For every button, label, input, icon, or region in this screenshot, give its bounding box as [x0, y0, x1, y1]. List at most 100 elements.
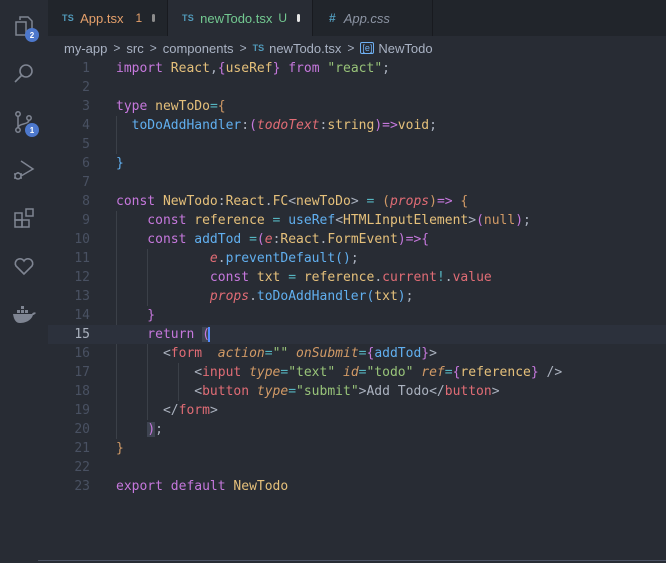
code-line[interactable]: 17 <input type="text" id="todo" ref={ref…: [48, 363, 666, 382]
code-token: <: [116, 384, 203, 399]
line-number: 1: [82, 61, 90, 76]
code-text: type newToDo={: [116, 97, 226, 116]
line-number: 16: [74, 346, 90, 361]
source-control-button[interactable]: 1: [0, 98, 48, 146]
breadcrumb: my-app > src > components > TS newTodo.t…: [64, 38, 433, 58]
line-number: 11: [74, 251, 90, 266]
code-line[interactable]: 5: [48, 135, 666, 154]
activity-bar: 2 1: [0, 0, 48, 563]
code-token: =: [241, 232, 257, 247]
tab-app-css[interactable]: # App.css: [313, 0, 433, 36]
breadcrumb-symbol[interactable]: NewTodo: [378, 41, 432, 56]
code-token: onSubmit: [296, 346, 359, 361]
code-line[interactable]: 11 e.preventDefault();: [48, 249, 666, 268]
code-line[interactable]: 13 props.toDoAddHandler(txt);: [48, 287, 666, 306]
code-token: "react": [327, 61, 383, 76]
code-line[interactable]: 2: [48, 78, 666, 97]
code-token: =: [264, 346, 273, 361]
line-number: 12: [74, 270, 90, 285]
tab-newtodo-tsx[interactable]: TS newTodo.tsx U: [168, 0, 313, 36]
typescript-icon: TS: [252, 43, 265, 53]
code-line[interactable]: 8 const NewTodo:React.FC<newToDo> = (prop…: [48, 192, 666, 211]
code-text: </form>: [116, 401, 218, 420]
code-token: form: [178, 403, 210, 418]
code-line[interactable]: 4 toDoAddHandler:(todoText:string)=>void…: [48, 116, 666, 135]
code-line[interactable]: 20 );: [48, 420, 666, 439]
matched-bracket: ): [147, 422, 156, 437]
code-token: newToDo: [296, 194, 351, 209]
line-number: 17: [74, 365, 90, 380]
code-token: >: [209, 403, 218, 418]
breadcrumb-item[interactable]: my-app: [64, 41, 107, 56]
code-token: ): [515, 213, 524, 228]
run-debug-button[interactable]: [0, 146, 48, 194]
tab-label: App.tsx: [80, 10, 124, 26]
breadcrumb-item[interactable]: src: [126, 41, 143, 56]
code-token: React: [225, 194, 265, 209]
typescript-icon: TS: [182, 13, 195, 23]
code-line[interactable]: 10 const addTod =(e:React.FormEvent)=>{: [48, 230, 666, 249]
code-token: import: [116, 61, 163, 76]
code-line[interactable]: 14 }: [48, 306, 666, 325]
code-token: }: [421, 346, 430, 361]
horizontal-scrollbar[interactable]: [38, 560, 666, 561]
docker-button[interactable]: [0, 290, 48, 338]
code-token: "todo": [366, 365, 414, 380]
code-line[interactable]: 23 export default NewTodo: [48, 477, 666, 496]
code-text: <form action="" onSubmit={addTod}>: [116, 344, 437, 363]
explorer-button[interactable]: 2: [0, 2, 48, 50]
code-token: reference: [186, 213, 265, 228]
code-token: e: [264, 232, 273, 247]
code-line[interactable]: 19 </form>: [48, 401, 666, 420]
code-token: void: [397, 118, 430, 133]
code-line[interactable]: 7: [48, 173, 666, 192]
tab-app-tsx[interactable]: TS App.tsx 1: [48, 0, 168, 36]
line-number: 10: [74, 232, 90, 247]
code-line[interactable]: 12 const txt = reference.current!.value: [48, 268, 666, 287]
matched-bracket: (: [202, 327, 210, 342]
chevron-right-icon: >: [113, 41, 121, 55]
breadcrumb-file[interactable]: newTodo.tsx: [269, 41, 341, 56]
code-line[interactable]: 21}: [48, 439, 666, 458]
code-line[interactable]: 16 <form action="" onSubmit={addTod}>: [48, 344, 666, 363]
code-token: props: [389, 194, 430, 209]
code-line[interactable]: 18 <button type="submit">Add Todo</butto…: [48, 382, 666, 401]
line-number: 9: [82, 213, 90, 228]
breadcrumb-item[interactable]: components: [163, 41, 234, 56]
code-token: current: [382, 270, 437, 285]
line-number: 4: [82, 118, 90, 133]
code-token: toDoAddHandler: [116, 118, 242, 133]
line-number: 19: [74, 403, 90, 418]
chevron-right-icon: >: [347, 41, 355, 55]
unsaved-dot-icon[interactable]: [297, 14, 300, 22]
code-line[interactable]: 6}: [48, 154, 666, 173]
code-token: =: [264, 213, 289, 228]
heart-icon: [14, 257, 34, 276]
code-token: const: [116, 270, 250, 285]
code-text: );: [116, 420, 163, 439]
code-token: const: [116, 194, 156, 209]
code-token: ;: [523, 213, 531, 228]
unsaved-dot-icon[interactable]: [152, 14, 155, 22]
code-token: <: [288, 194, 297, 209]
code-text: import React,{useRef} from "react";: [116, 59, 390, 78]
favorites-button[interactable]: [0, 242, 48, 290]
line-number: 5: [82, 137, 90, 152]
code-token: =>: [405, 232, 422, 247]
code-text: }: [116, 154, 124, 173]
code-token: action: [217, 346, 265, 361]
code-line[interactable]: 3 type newToDo={: [48, 97, 666, 116]
code-line[interactable]: 9 const reference = useRef<HTMLInputElem…: [48, 211, 666, 230]
code-line[interactable]: 1 import React,{useRef} from "react";: [48, 59, 666, 78]
search-button[interactable]: [0, 50, 48, 98]
code-line-current[interactable]: 15 return (: [48, 325, 666, 344]
line-number: 23: [74, 479, 90, 494]
code-line[interactable]: 22: [48, 458, 666, 477]
extensions-button[interactable]: [0, 194, 48, 242]
code-token: HTMLInputElement: [343, 213, 469, 228]
code-editor[interactable]: 1 import React,{useRef} from "react"; 2 3…: [48, 59, 666, 496]
